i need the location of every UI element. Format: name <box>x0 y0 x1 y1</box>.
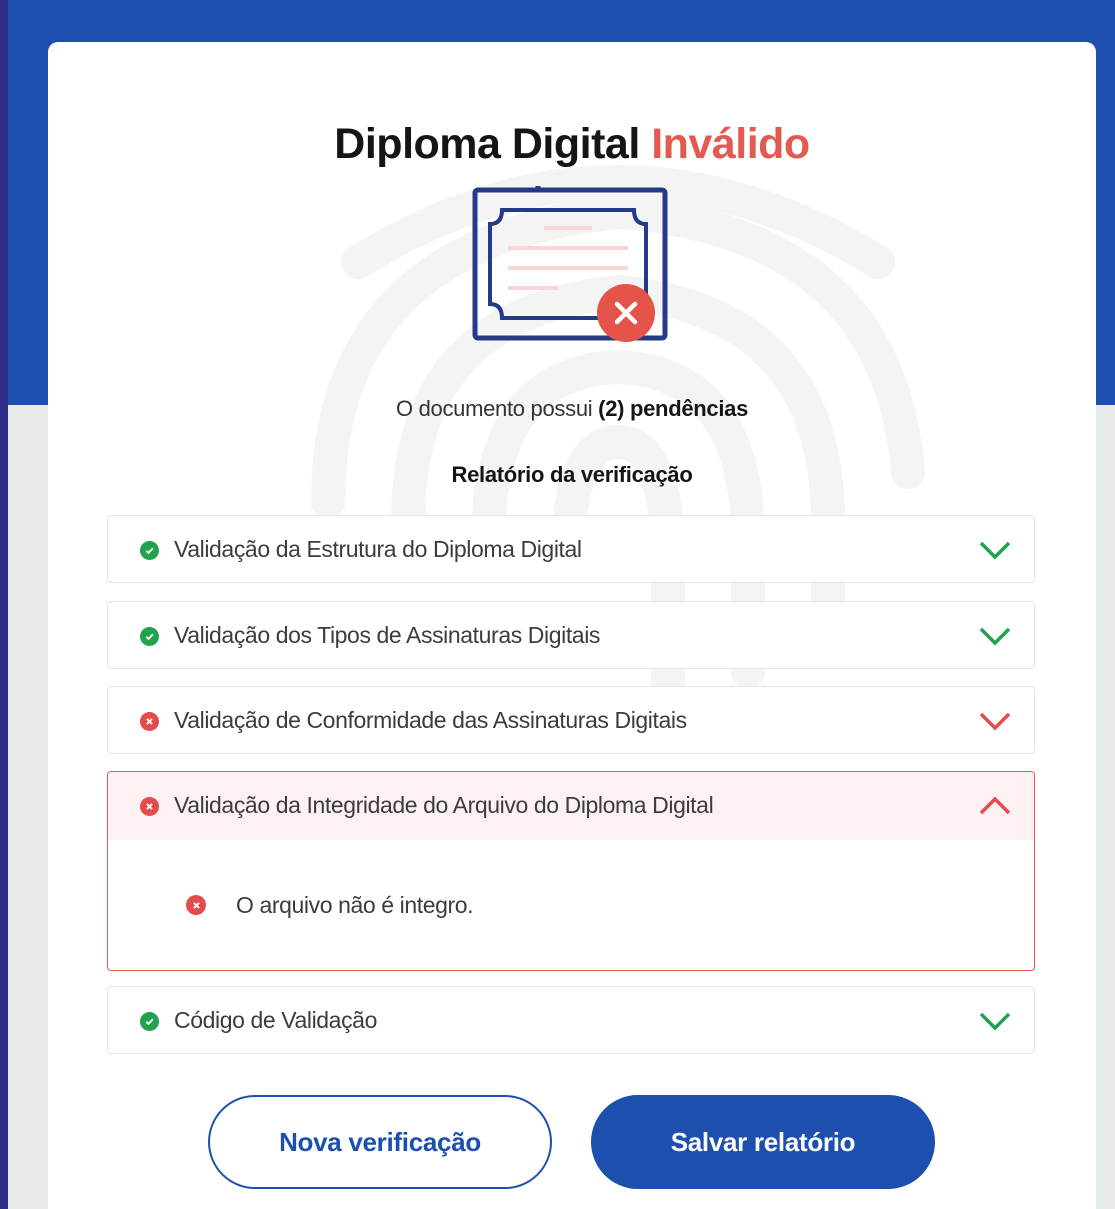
check-structure[interactable]: Validação da Estrutura do Diploma Digita… <box>107 515 1035 583</box>
page-title: Diploma Digital Inválido <box>48 120 1096 169</box>
title-status: Inválido <box>651 120 810 168</box>
check-label: Validação da Integridade do Arquivo do D… <box>174 792 714 818</box>
check-circle-icon <box>140 627 159 646</box>
report-title: Relatório da verificação <box>451 462 693 487</box>
chevron-down-icon[interactable] <box>978 624 1012 648</box>
diploma-certificate-icon <box>472 186 668 342</box>
check-validation-code[interactable]: Código de Validação <box>107 986 1035 1054</box>
error-x-icon <box>597 284 655 342</box>
save-report-button[interactable]: Salvar relatório <box>591 1095 935 1189</box>
check-file-integrity[interactable]: Validação da Integridade do Arquivo do D… <box>107 771 1035 971</box>
summary-count: (2) <box>598 396 625 421</box>
check-header[interactable]: Validação da Integridade do Arquivo do D… <box>108 772 1034 840</box>
check-label: Validação da Estrutura do Diploma Digita… <box>174 536 582 562</box>
check-signature-conformity[interactable]: Validação de Conformidade das Assinatura… <box>107 686 1035 754</box>
error-circle-icon <box>140 712 159 731</box>
title-main: Diploma Digital <box>334 120 640 168</box>
chevron-down-icon[interactable] <box>978 1009 1012 1033</box>
check-label: Código de Validação <box>174 1007 377 1033</box>
check-circle-icon <box>140 1012 159 1031</box>
check-header[interactable]: Código de Validação <box>108 987 1034 1055</box>
check-label: Validação de Conformidade das Assinatura… <box>174 707 687 733</box>
result-card: Diploma Digital Inválido O documento pos… <box>48 42 1096 1209</box>
check-header[interactable]: Validação dos Tipos de Assinaturas Digit… <box>108 602 1034 670</box>
summary-suffix: pendências <box>629 396 749 421</box>
check-label: Validação dos Tipos de Assinaturas Digit… <box>174 622 601 648</box>
error-circle-icon <box>186 895 206 915</box>
check-header[interactable]: Validação da Estrutura do Diploma Digita… <box>108 516 1034 584</box>
check-detail-text: O arquivo não é integro. <box>236 892 474 918</box>
check-signature-types[interactable]: Validação dos Tipos de Assinaturas Digit… <box>107 601 1035 669</box>
check-header[interactable]: Validação de Conformidade das Assinatura… <box>108 687 1034 755</box>
pending-summary: O documento possui (2) pendências <box>48 396 1096 422</box>
error-circle-icon <box>140 797 159 816</box>
chevron-down-icon[interactable] <box>978 709 1012 733</box>
chevron-up-icon[interactable] <box>978 794 1012 818</box>
summary-prefix: O documento possui <box>395 396 593 421</box>
chevron-down-icon[interactable] <box>978 538 1012 562</box>
check-circle-icon <box>140 541 159 560</box>
new-verification-button[interactable]: Nova verificação <box>208 1095 552 1189</box>
